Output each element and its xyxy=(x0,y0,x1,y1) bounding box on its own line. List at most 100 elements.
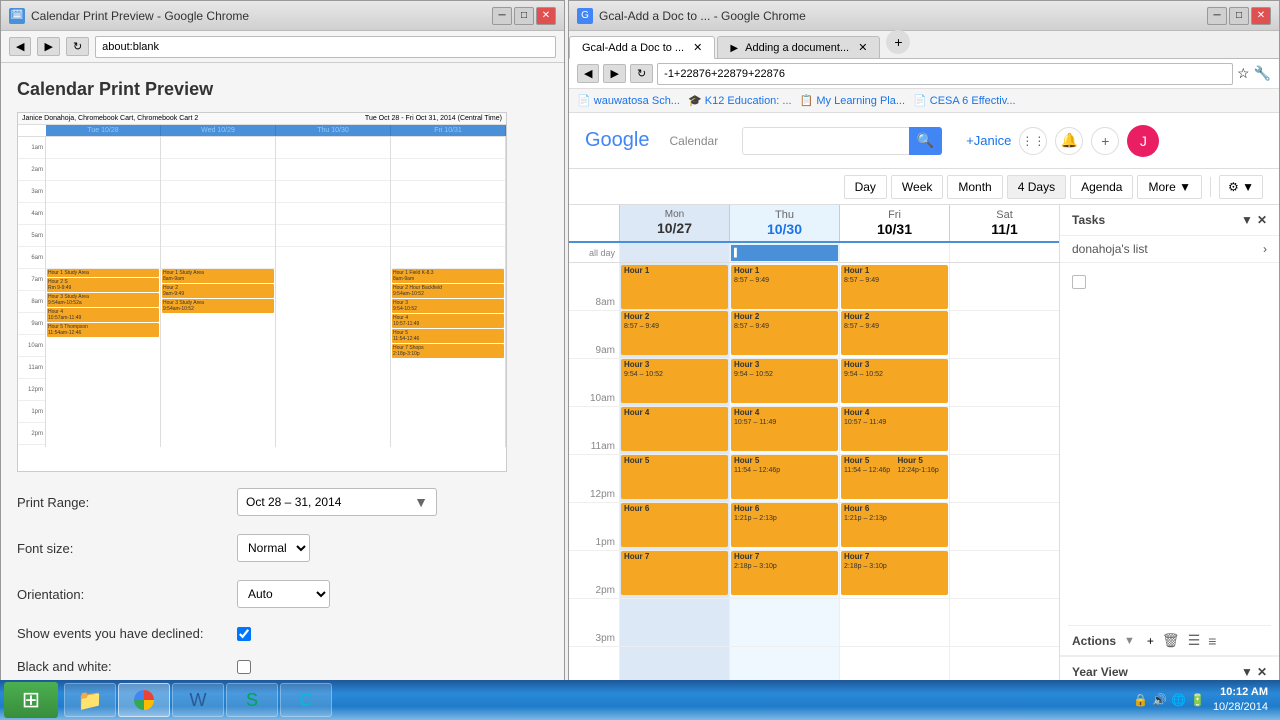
start-button[interactable]: ⊞ xyxy=(4,682,58,718)
cal-day-header-2: Thu 10/30 xyxy=(276,125,391,136)
black-white-checkbox[interactable] xyxy=(237,660,251,674)
address-bar: ◀ ▶ ↻ xyxy=(1,31,564,63)
taskbar-explorer-btn[interactable]: 📁 xyxy=(64,683,116,717)
bookmark-4[interactable]: 📄 CESA 6 Effectiv... xyxy=(913,94,1016,107)
refresh-button[interactable]: ↻ xyxy=(66,37,89,56)
all-day-event[interactable]: ▌ xyxy=(731,245,838,261)
settings-gear-btn[interactable]: ⚙ ▼ xyxy=(1219,175,1263,199)
bookmark-3[interactable]: 📋 My Learning Pla... xyxy=(800,94,905,107)
gcal-username[interactable]: +Janice xyxy=(966,133,1011,148)
thu-event-2[interactable]: Hour 2 8:57 – 9:49 xyxy=(731,311,838,355)
gcal-back-btn[interactable]: ◀ xyxy=(577,64,599,83)
mon-event-1[interactable]: Hour 1 xyxy=(621,265,728,309)
gcal-minimize-btn[interactable]: ─ xyxy=(1207,7,1227,25)
mon-event-4[interactable]: Hour 4 xyxy=(621,407,728,451)
mon-event-2[interactable]: Hour 2 8:57 – 9:49 xyxy=(621,311,728,355)
list-view-icon[interactable]: ☰ xyxy=(1188,632,1201,649)
tab-close-icon-1[interactable]: ✕ xyxy=(693,42,702,54)
tasks-subheader: donahoja's list › xyxy=(1060,236,1279,263)
taskbar-camtasia-btn[interactable]: C xyxy=(280,683,332,717)
fri-event-6[interactable]: Hour 6 1:21p – 2:13p xyxy=(841,503,948,547)
show-declined-control xyxy=(237,627,251,641)
delete-task-icon[interactable]: 🗑 xyxy=(1162,632,1180,649)
gcal-view-bar: Day Week Month 4 Days Agenda More ▼ ⚙ ▼ xyxy=(569,169,1279,205)
tasks-list-area xyxy=(1060,263,1279,625)
gcal-extensions-btn[interactable]: 🔧 xyxy=(1254,65,1271,82)
view-week-btn[interactable]: Week xyxy=(891,175,943,199)
fri-event-1[interactable]: Hour 1 8:57 – 9:49 xyxy=(841,265,948,309)
gcal-maximize-btn[interactable]: □ xyxy=(1229,7,1249,25)
new-tab-icon[interactable]: + xyxy=(886,30,910,54)
year-view-close-icon[interactable]: ✕ xyxy=(1257,665,1267,679)
view-month-btn[interactable]: Month xyxy=(947,175,1002,199)
task-checkbox-1[interactable] xyxy=(1072,275,1086,289)
apps-icon[interactable]: ⋮⋮ xyxy=(1019,127,1047,155)
all-day-col-thu: ▌ xyxy=(729,243,839,262)
time-12pm: 12pm xyxy=(18,379,45,401)
taskbar-snagit-btn[interactable]: S xyxy=(226,683,278,717)
system-tray-icons: 🔒 🔊 🌐 🔋 xyxy=(1133,693,1205,707)
thu-event-3[interactable]: Hour 3 9:54 – 10:52 xyxy=(731,359,838,403)
thu-event-1[interactable]: Hour 1 8:57 – 9:49 xyxy=(731,265,838,309)
add-icon[interactable]: + xyxy=(1091,127,1119,155)
thu-event-7[interactable]: Hour 7 2:18p – 3:10p xyxy=(731,551,838,595)
show-declined-checkbox[interactable] xyxy=(237,627,251,641)
orientation-select[interactable]: Auto Portrait Landscape xyxy=(237,580,330,608)
actions-dropdown-icon[interactable]: ▼ xyxy=(1124,635,1135,647)
fri-event-3[interactable]: Hour 3 9:54 – 10:52 xyxy=(841,359,948,403)
search-container: 🔍 xyxy=(742,127,942,155)
tasks-list-name: donahoja's list xyxy=(1072,242,1148,256)
user-avatar[interactable]: J xyxy=(1127,125,1159,157)
mon-event-5[interactable]: Hour 5 xyxy=(621,455,728,499)
bookmark-1[interactable]: 📄 wauwatosa Sch... xyxy=(577,94,680,107)
taskbar-chrome-btn[interactable] xyxy=(118,683,170,717)
gcal-logo: Google xyxy=(585,129,650,152)
mon-event-7[interactable]: Hour 7 xyxy=(621,551,728,595)
cal-time-col: 1am 2am 3am 4am 5am 6am 7am 8am 9am 10am… xyxy=(18,137,46,447)
day-header-fri: Fri 10/31 xyxy=(839,205,949,241)
font-size-select[interactable]: Normal Small Large xyxy=(237,534,310,562)
mon-event-6[interactable]: Hour 6 xyxy=(621,503,728,547)
fri-event-4[interactable]: Hour 4 10:57 – 11:49 xyxy=(841,407,948,451)
tab-close-icon-2[interactable]: ✕ xyxy=(858,42,867,54)
notification-bell-icon[interactable]: 🔔 xyxy=(1055,127,1083,155)
view-agenda-btn[interactable]: Agenda xyxy=(1070,175,1133,199)
add-task-icon[interactable]: + xyxy=(1147,634,1154,648)
thu-event-6[interactable]: Hour 6 1:21p – 2:13p xyxy=(731,503,838,547)
taskbar-word-btn[interactable]: W xyxy=(172,683,224,717)
thu-event-5[interactable]: Hour 5 11:54 – 12:46p xyxy=(731,455,838,499)
view-day-btn[interactable]: Day xyxy=(844,175,887,199)
date-range-dropdown[interactable]: Oct 28 – 31, 2014 ▼ xyxy=(237,488,437,516)
close-button[interactable]: ✕ xyxy=(536,7,556,25)
back-button[interactable]: ◀ xyxy=(9,37,31,56)
minimize-button[interactable]: ─ xyxy=(492,7,512,25)
fri-event-2[interactable]: Hour 2 8:57 – 9:49 xyxy=(841,311,948,355)
tasks-close-icon[interactable]: ✕ xyxy=(1257,213,1267,227)
more-task-icon[interactable]: ≡ xyxy=(1208,633,1216,649)
day-header-sat: Sat 11/1 xyxy=(949,205,1059,241)
maximize-button[interactable]: □ xyxy=(514,7,534,25)
view-4days-btn[interactable]: 4 Days xyxy=(1007,175,1066,199)
year-view-expand-icon[interactable]: ▼ xyxy=(1241,665,1253,679)
gcal-forward-btn[interactable]: ▶ xyxy=(603,64,625,83)
thu-event-4[interactable]: Hour 4 10:57 – 11:49 xyxy=(731,407,838,451)
gcal-search-button[interactable]: 🔍 xyxy=(909,127,942,155)
gcal-star-icon[interactable]: ☆ xyxy=(1237,65,1250,82)
bookmark-2[interactable]: 🎓 K12 Education: ... xyxy=(688,94,792,107)
fri-event-7[interactable]: Hour 7 2:18p – 3:10p xyxy=(841,551,948,595)
gcal-tab-2[interactable]: ▶ Adding a document... ✕ xyxy=(717,36,880,58)
gcal-tab-1[interactable]: Gcal-Add a Doc to ... ✕ xyxy=(569,36,715,59)
fri-event-5b[interactable]: Hour 5 12:24p-1:16p xyxy=(895,455,949,499)
font-size-row: Font size: Normal Small Large xyxy=(17,534,548,562)
forward-button[interactable]: ▶ xyxy=(37,37,59,56)
tasks-chevron-right-icon[interactable]: › xyxy=(1263,242,1267,256)
mon-event-3[interactable]: Hour 3 9:54 – 10:52 xyxy=(621,359,728,403)
tasks-expand-icon[interactable]: ▼ xyxy=(1241,213,1253,227)
gcal-url-input[interactable] xyxy=(657,63,1233,85)
gcal-refresh-btn[interactable]: ↻ xyxy=(630,64,653,83)
address-input[interactable] xyxy=(95,36,556,58)
gcal-close-btn[interactable]: ✕ xyxy=(1251,7,1271,25)
gcal-day-columns: Hour 1 Hour 2 8:57 – 9:49 Hour 3 9:54 – … xyxy=(619,263,1059,719)
preview-event-f6: Hour 7 Shops2:18p-3:10p xyxy=(392,344,504,358)
view-more-btn[interactable]: More ▼ xyxy=(1137,175,1202,199)
